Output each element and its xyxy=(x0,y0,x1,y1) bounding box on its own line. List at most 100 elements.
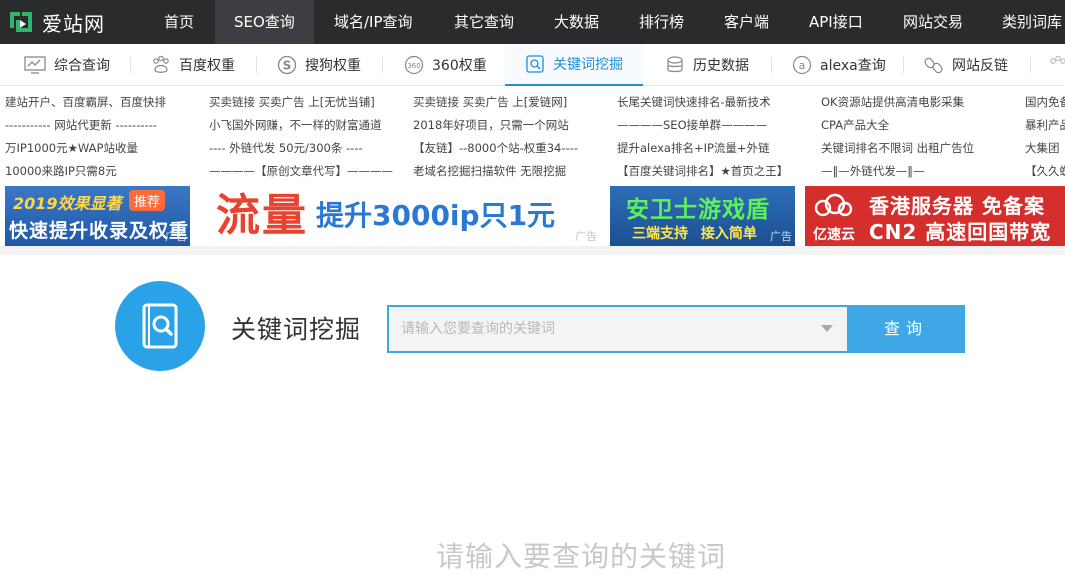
tab-overview[interactable]: 综合查询 xyxy=(24,44,110,86)
ad-link[interactable]: 关键词排名不限词 出租广告位 xyxy=(821,140,974,156)
ad-link[interactable]: 【久久蜘 xyxy=(1025,163,1065,179)
tab-label: alexa查询 xyxy=(820,58,886,74)
empty-state-hint: 请输入要查询的关键词 xyxy=(436,540,727,573)
nav-item-domain-ip[interactable]: 域名/IP查询 xyxy=(322,0,425,44)
keyword-mining-icon xyxy=(115,281,205,371)
banner-line: 快速提升收录及权重 xyxy=(9,220,190,242)
ad-link[interactable]: 万IP1000元★WAP站收量 xyxy=(5,140,138,156)
link-icon xyxy=(924,57,943,74)
nav-item-bigdata[interactable]: 大数据 xyxy=(542,0,611,44)
nav-item-home[interactable]: 首页 xyxy=(152,0,206,44)
tab-baidu-weight[interactable]: 百度权重 xyxy=(151,44,235,86)
banner-line: CN2 高速回国带宽 xyxy=(869,220,1052,244)
tab-360-weight[interactable]: 360 360权重 xyxy=(404,44,487,86)
top-navigation: 爱站网 首页 SEO查询 域名/IP查询 其它查询 大数据 排行榜 客户端 AP… xyxy=(0,0,1065,44)
nav-item-other[interactable]: 其它查询 xyxy=(442,0,526,44)
tab-keyword-mining[interactable]: 关键词挖掘 xyxy=(505,44,643,86)
svg-text:a: a xyxy=(799,59,806,72)
cloud-logo-icon xyxy=(814,193,853,217)
360-icon: 360 xyxy=(404,55,424,75)
tab-alexa[interactable]: a alexa查询 xyxy=(792,44,886,86)
nav-item-ranking[interactable]: 排行榜 xyxy=(627,0,696,44)
keyword-search-icon xyxy=(526,55,544,73)
tab-label: 历史数据 xyxy=(693,58,749,74)
tab-more[interactable] xyxy=(1048,44,1065,86)
ad-link[interactable]: 暴利产品 xyxy=(1025,117,1065,133)
ad-link[interactable]: CPA产品大全 xyxy=(821,117,889,133)
ad-link[interactable]: 小飞国外网赚，不一样的财富通道 xyxy=(209,117,382,133)
ad-link[interactable]: 长尾关键词快速排名-最新技术 xyxy=(617,94,771,110)
tab-label: 搜狗权重 xyxy=(305,58,361,74)
banner-line: 提升3000ip只1元 xyxy=(316,199,556,232)
ad-link[interactable]: ---- 外链代发 50元/300条 ---- xyxy=(209,140,363,156)
nav-item-seo[interactable]: SEO查询 xyxy=(215,0,314,44)
ad-link[interactable]: 老域名挖掘扫描软件 无限挖掘 xyxy=(413,163,566,179)
alexa-icon: a xyxy=(792,55,812,75)
banner-line: 2019效果显著 xyxy=(13,194,122,213)
paw-icon xyxy=(1050,55,1065,64)
ad-link[interactable]: 10000来路IP只需8元 xyxy=(5,163,117,179)
tab-label: 百度权重 xyxy=(179,58,235,74)
ad-link[interactable]: 提升alexa排名+IP流量+外链 xyxy=(617,140,770,156)
chevron-down-icon[interactable] xyxy=(821,325,833,332)
tab-label: 网站反链 xyxy=(952,58,1008,74)
ad-banner-seo[interactable]: 2019效果显著 推荐 快速提升收录及权重 广告 xyxy=(5,186,190,246)
divider xyxy=(771,57,772,73)
sub-navigation: 综合查询 百度权重 S 搜狗权重 360 360权重 关键词挖掘 历史数据 a … xyxy=(0,44,1065,86)
ad-link[interactable]: 大集团 xyxy=(1025,140,1060,156)
ad-label: 广告 xyxy=(165,230,187,243)
ad-link[interactable]: 国内免备 xyxy=(1025,94,1065,110)
ad-link[interactable]: 【百度关键词排名】★首页之王】 xyxy=(617,163,788,179)
nav-item-api[interactable]: API接口 xyxy=(797,0,875,44)
ad-link[interactable]: ————SEO接单群———— xyxy=(617,117,767,133)
ad-link[interactable]: 买卖链接 买卖广告 上[无忧当铺] xyxy=(209,94,375,110)
history-icon xyxy=(667,56,683,73)
sogou-icon: S xyxy=(277,55,297,75)
banner-headline: 香港服务器 免备案 xyxy=(869,194,1045,218)
banner-headline: 安卫士游戏盾 xyxy=(626,197,770,223)
search-button[interactable]: 查询 xyxy=(847,307,965,351)
ad-banner-yisu-cloud[interactable]: 亿速云 香港服务器 免备案 CN2 高速回国带宽 xyxy=(805,186,1065,246)
logo-icon xyxy=(10,12,32,32)
ad-banner-traffic[interactable]: 流量 提升3000ip只1元 广告 xyxy=(210,186,600,246)
ad-link[interactable]: 【友链】--8000个站-权重34---- xyxy=(413,140,578,156)
recommend-badge: 推荐 xyxy=(129,190,166,211)
banner-line: 三端支持 接入简单 xyxy=(632,226,757,242)
ad-link[interactable]: 2018年好项目，只需一个网站 xyxy=(413,117,569,133)
ad-link[interactable]: —‖—外链代发—‖— xyxy=(821,163,925,179)
svg-text:360: 360 xyxy=(407,62,420,70)
ad-link[interactable]: ----------- 网站代更新 ---------- xyxy=(5,117,157,133)
nav-item-trade[interactable]: 网站交易 xyxy=(891,0,975,44)
nav-item-wordbank[interactable]: 类别词库 xyxy=(990,0,1065,44)
monitor-icon xyxy=(24,56,46,74)
svg-text:S: S xyxy=(283,59,292,73)
tab-label: 综合查询 xyxy=(54,58,110,74)
tab-sogou-weight[interactable]: S 搜狗权重 xyxy=(277,44,361,86)
ad-link[interactable]: 买卖链接 买卖广告 上[爱链网] xyxy=(413,94,567,110)
page-title: 关键词挖掘 xyxy=(231,315,362,344)
paw-icon xyxy=(153,55,169,73)
tab-label: 360权重 xyxy=(432,58,487,74)
banner-brand: 亿速云 xyxy=(813,227,855,243)
ad-link-grid: 建站开户、百度霸屏、百度快排 ----------- 网站代更新 -------… xyxy=(0,90,1065,184)
divider xyxy=(903,57,904,73)
ad-link[interactable]: OK资源站提供高清电影采集 xyxy=(821,94,964,110)
banner-headline: 流量 xyxy=(216,190,308,241)
search-box: 查询 xyxy=(387,305,965,353)
ad-banner-game-shield[interactable]: 安卫士游戏盾 三端支持 接入简单 广告 xyxy=(610,186,795,246)
divider xyxy=(130,57,131,73)
nav-item-client[interactable]: 客户端 xyxy=(712,0,781,44)
section-divider xyxy=(0,246,1065,255)
divider xyxy=(256,57,257,73)
site-logo[interactable]: 爱站网 xyxy=(6,7,105,37)
ad-link[interactable]: ————【原创文章代写】———— xyxy=(209,163,393,179)
site-name: 爱站网 xyxy=(42,11,105,36)
ad-link[interactable]: 建站开户、百度霸屏、百度快排 xyxy=(5,94,166,110)
ad-label: 广告 xyxy=(770,230,792,243)
ad-label: 广告 xyxy=(575,230,597,243)
keyword-search-input[interactable] xyxy=(389,307,847,351)
tab-backlinks[interactable]: 网站反链 xyxy=(924,44,1008,86)
divider xyxy=(1030,57,1031,73)
tab-label: 关键词挖掘 xyxy=(553,57,623,73)
tab-history[interactable]: 历史数据 xyxy=(665,44,749,86)
